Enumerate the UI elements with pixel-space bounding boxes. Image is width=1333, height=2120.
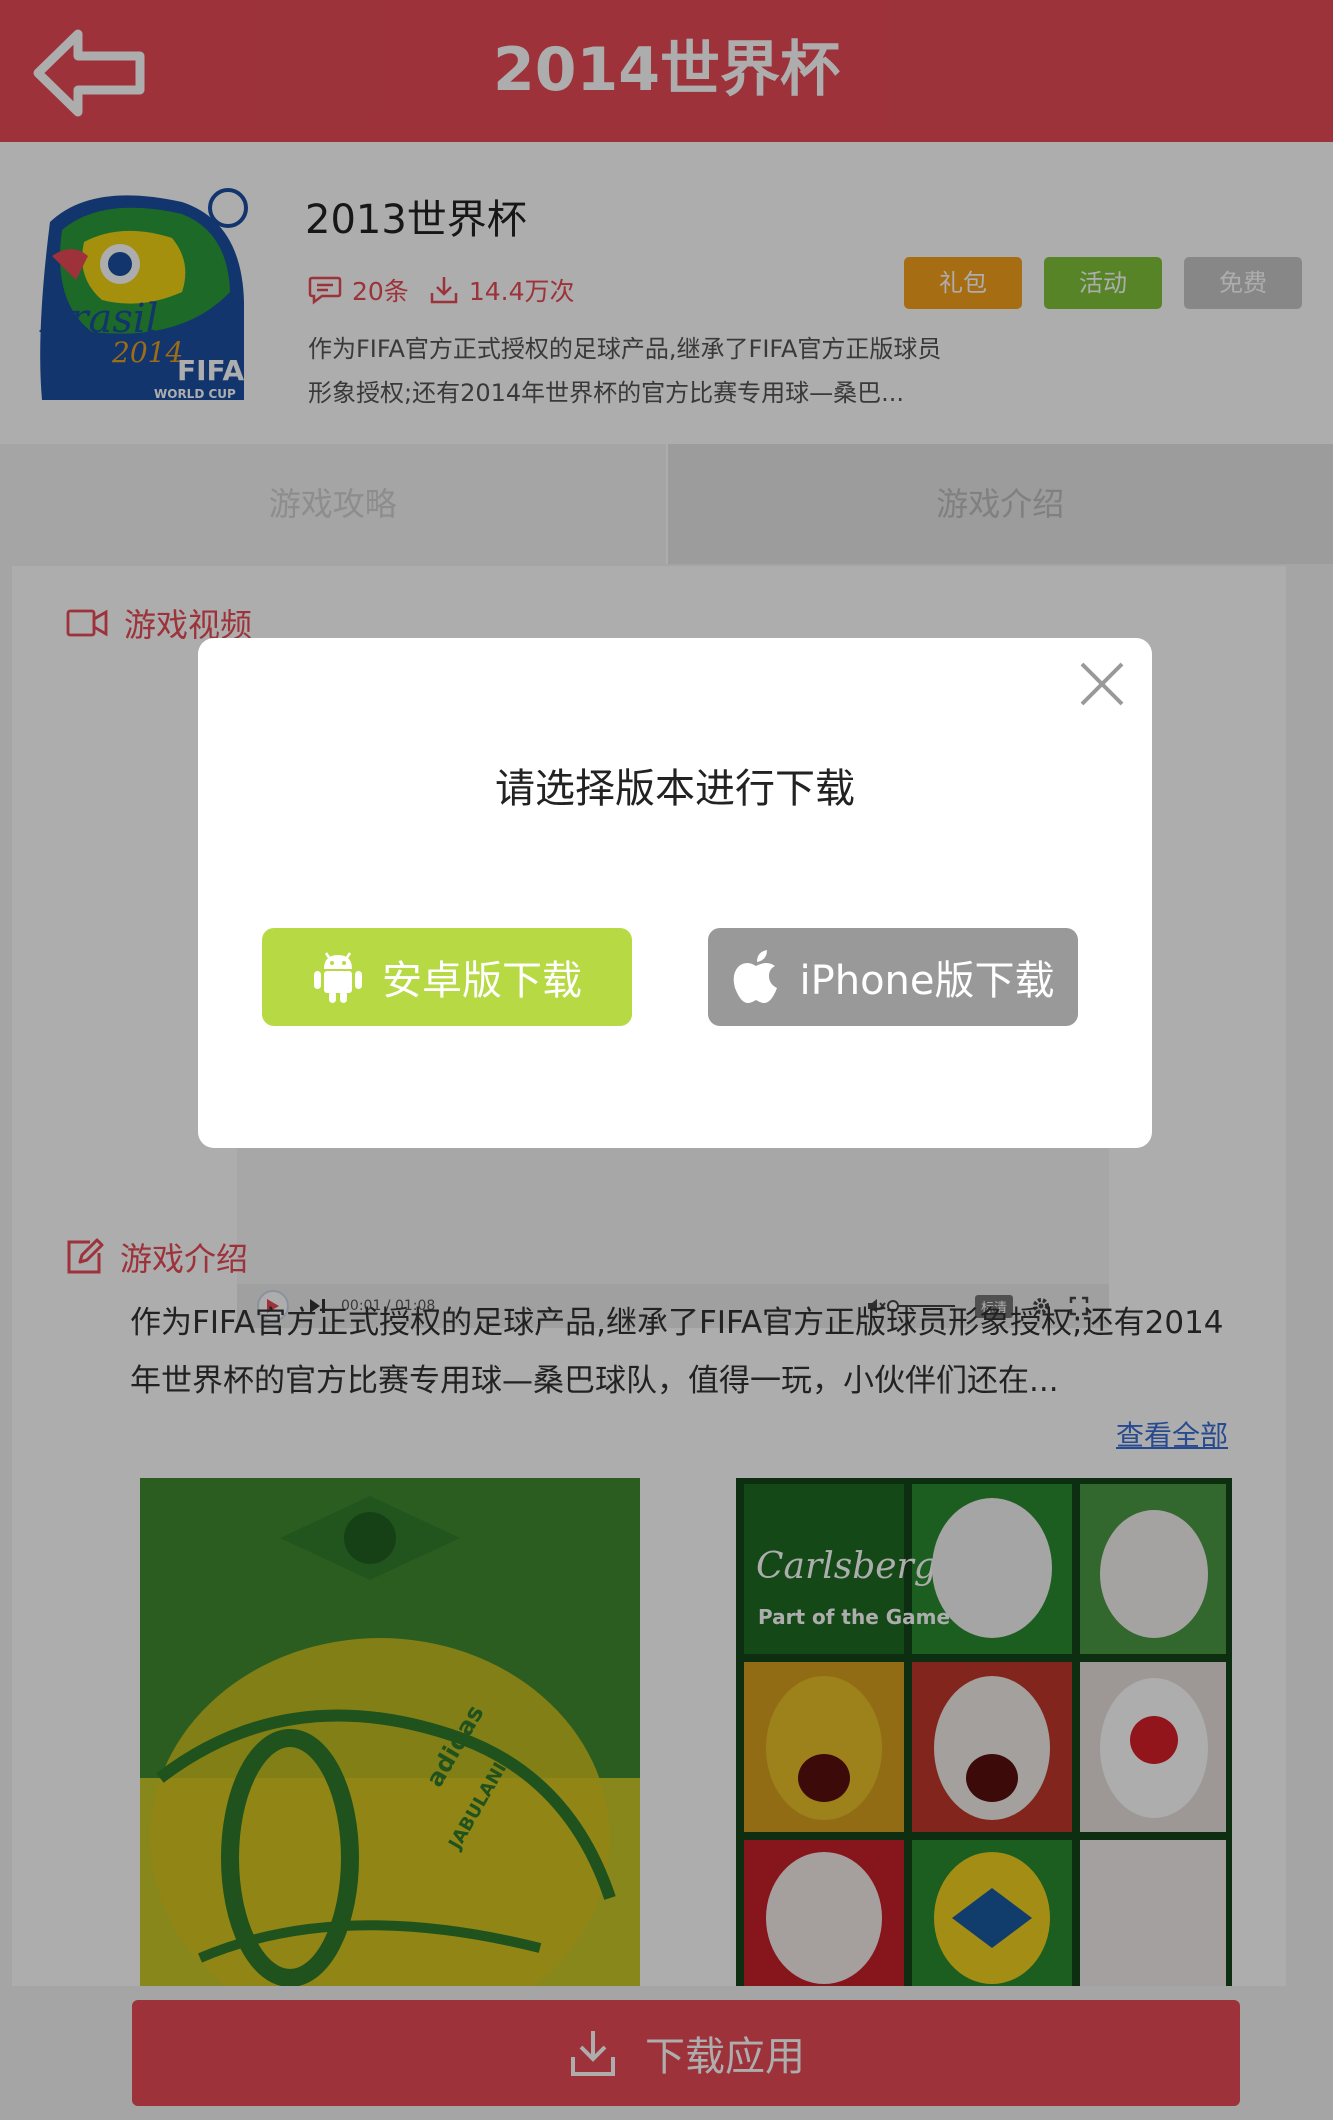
download-version-modal: 请选择版本进行下载 安卓版下载 iPhone版下载 — [198, 638, 1152, 1148]
iphone-download-label: iPhone版下载 — [799, 958, 1055, 1004]
android-download-button[interactable]: 安卓版下载 — [262, 928, 632, 1026]
close-icon[interactable] — [1074, 656, 1130, 712]
iphone-download-button[interactable]: iPhone版下载 — [708, 928, 1078, 1026]
android-icon — [314, 952, 362, 1003]
modal-title: 请选择版本进行下载 — [495, 766, 855, 812]
apple-icon — [734, 950, 778, 1004]
android-download-label: 安卓版下载 — [382, 958, 582, 1004]
